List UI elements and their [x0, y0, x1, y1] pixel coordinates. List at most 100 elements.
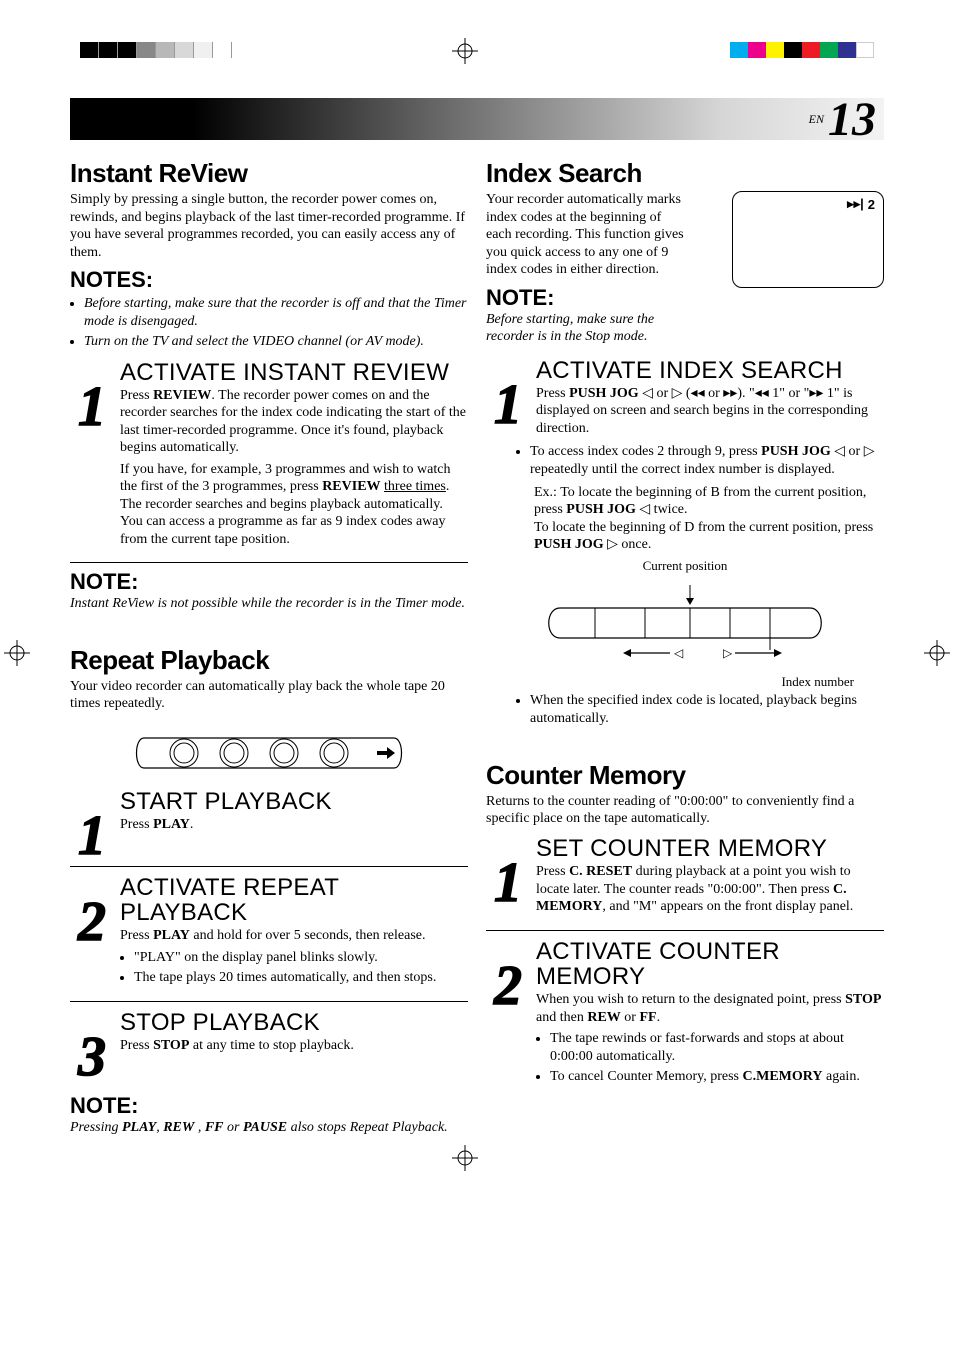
- left-column: Instant ReView Simply by pressing a sing…: [70, 158, 468, 1141]
- svg-text:▷: ▷: [723, 646, 733, 660]
- text: Press: [536, 864, 569, 879]
- text: or: [621, 1010, 640, 1025]
- text: When you wish to return to the designate…: [536, 992, 845, 1007]
- note-text: Pressing PLAY, REW , FF or PAUSE also st…: [70, 1119, 468, 1137]
- step-text: Press REVIEW. The recorder power comes o…: [120, 387, 468, 457]
- text: To access index codes 2 through 9, press: [530, 444, 761, 459]
- step-activate-repeat-playback: 2 ACTIVATE REPEAT PLAYBACK Press PLAY an…: [70, 875, 468, 1002]
- step-content: SET COUNTER MEMORY Press C. RESET during…: [536, 836, 884, 920]
- index-bullet-2: When the specified index code is located…: [516, 692, 884, 728]
- print-mark-color-bars: [730, 42, 874, 58]
- osd-display-inner: ▸▸| 2: [847, 196, 875, 212]
- note-text: Before starting, make sure the recorder …: [486, 311, 686, 346]
- page-header-bar: EN 13: [70, 98, 884, 140]
- crosshair-right-icon: [924, 640, 950, 666]
- text-bold: PLAY: [122, 1120, 156, 1135]
- list-item: The tape plays 20 times automatically, a…: [134, 969, 468, 987]
- two-column-layout: Instant ReView Simply by pressing a sing…: [70, 158, 884, 1141]
- text-bold: REW: [163, 1120, 194, 1135]
- text: Press: [120, 817, 153, 832]
- text-bold: FF: [639, 1010, 656, 1025]
- text-bold: REVIEW: [322, 479, 380, 494]
- crosshair-top-icon: [452, 38, 478, 64]
- step-text: If you have, for example, 3 programmes a…: [120, 461, 468, 549]
- text: , and "M" appears on the front display p…: [602, 899, 853, 914]
- step-set-counter-memory: 1 SET COUNTER MEMORY Press C. RESET duri…: [486, 836, 884, 931]
- text: Press: [120, 1038, 153, 1053]
- step-title: STOP PLAYBACK: [120, 1010, 468, 1035]
- text-bold: REVIEW: [153, 388, 211, 403]
- list-item: Turn on the TV and select the VIDEO chan…: [84, 333, 468, 351]
- osd-display-box: ▸▸| 2: [732, 191, 884, 288]
- step-content: ACTIVATE REPEAT PLAYBACK Press PLAY and …: [120, 875, 468, 991]
- repeat-playback-intro: Your video recorder can automatically pl…: [70, 678, 468, 713]
- text: ▷ once.: [604, 537, 652, 552]
- index-example: Ex.: To locate the beginning of B from t…: [534, 484, 884, 554]
- note-heading-4: NOTE:: [486, 285, 884, 311]
- step-text: Press PLAY and hold for over 5 seconds, …: [120, 927, 468, 945]
- step-start-playback: 1 START PLAYBACK Press PLAY.: [70, 789, 468, 867]
- text: .: [657, 1010, 661, 1025]
- step-number-2: 2: [486, 967, 530, 1006]
- crosshair-left-icon: [4, 640, 30, 666]
- text: ◁ twice.: [636, 502, 688, 517]
- text-bold: FF: [205, 1120, 224, 1135]
- step-number-1: 1: [486, 386, 530, 425]
- step-number-1: 1: [70, 388, 114, 427]
- text-bold: PUSH JOG: [534, 537, 604, 552]
- text: Press: [536, 386, 569, 401]
- step-number-1: 1: [70, 817, 114, 856]
- list-item: The tape rewinds or fast-forwards and st…: [550, 1030, 884, 1066]
- step-title: ACTIVATE COUNTER MEMORY: [536, 939, 884, 989]
- step-text: Press PLAY.: [120, 816, 468, 834]
- text-bold: PUSH JOG: [566, 502, 636, 517]
- text: Press: [120, 928, 153, 943]
- page-lang-tag: EN: [809, 112, 824, 127]
- text: ,: [194, 1120, 205, 1135]
- text-bold: PLAY: [153, 928, 190, 943]
- text-bold: STOP: [845, 992, 881, 1007]
- index-search-intro: Your recorder automatically marks index …: [486, 191, 686, 279]
- step-content: ACTIVATE COUNTER MEMORY When you wish to…: [536, 939, 884, 1091]
- print-mark-gray-bars: [80, 42, 232, 58]
- text: at any time to stop playback.: [189, 1038, 353, 1053]
- note-heading-2: NOTE:: [70, 569, 468, 595]
- step-bullets: "PLAY" on the display panel blinks slowl…: [120, 949, 468, 987]
- instant-review-notes-list: Before starting, make sure that the reco…: [70, 295, 468, 352]
- step-content: START PLAYBACK Press PLAY.: [120, 789, 468, 856]
- step-number-3: 3: [70, 1038, 114, 1077]
- list-item: When the specified index code is located…: [530, 692, 884, 728]
- text-bold: STOP: [153, 1038, 189, 1053]
- step-content: STOP PLAYBACK Press STOP at any time to …: [120, 1010, 468, 1077]
- step-text: Press STOP at any time to stop playback.: [120, 1037, 468, 1055]
- list-item: To access index codes 2 through 9, press…: [530, 443, 884, 479]
- text: or: [224, 1120, 243, 1135]
- step-title: SET COUNTER MEMORY: [536, 836, 884, 861]
- counter-memory-intro: Returns to the counter reading of "0:00:…: [486, 793, 884, 828]
- text: and then: [536, 1010, 587, 1025]
- step-activate-index-search: 1 ACTIVATE INDEX SEARCH Press PUSH JOG ◁…: [486, 358, 884, 442]
- fast-forward-icon: ▸▸|: [847, 196, 864, 212]
- index-tape-diagram: ◁ ▷: [535, 580, 835, 670]
- heading-counter-memory: Counter Memory: [486, 760, 884, 791]
- diagram-label-current: Current position: [486, 558, 884, 574]
- osd-index-value: 2: [868, 197, 875, 212]
- diagram-label-index: Index number: [486, 674, 884, 690]
- svg-text:◁: ◁: [674, 646, 684, 660]
- note-text: Instant ReView is not possible while the…: [70, 595, 468, 613]
- step-activate-counter-memory: 2 ACTIVATE COUNTER MEMORY When you wish …: [486, 939, 884, 1101]
- text-bold: REW: [587, 1010, 620, 1025]
- step-stop-playback: 3 STOP PLAYBACK Press STOP at any time t…: [70, 1010, 468, 1087]
- index-bullet-1: To access index codes 2 through 9, press…: [516, 443, 884, 479]
- step-title: ACTIVATE REPEAT PLAYBACK: [120, 875, 468, 925]
- step-text: Press C. RESET during playback at a poin…: [536, 863, 884, 916]
- text: and hold for over 5 seconds, then releas…: [190, 928, 426, 943]
- text: again.: [823, 1069, 860, 1084]
- text-bold: C.MEMORY: [743, 1069, 823, 1084]
- crosshair-bottom-icon: [452, 1145, 478, 1171]
- step-title: START PLAYBACK: [120, 789, 468, 814]
- text-underline: three times: [384, 479, 446, 494]
- text-bold: C. RESET: [569, 864, 632, 879]
- list-item: Before starting, make sure that the reco…: [84, 295, 468, 331]
- repeat-cartoon-illustration: [129, 723, 409, 781]
